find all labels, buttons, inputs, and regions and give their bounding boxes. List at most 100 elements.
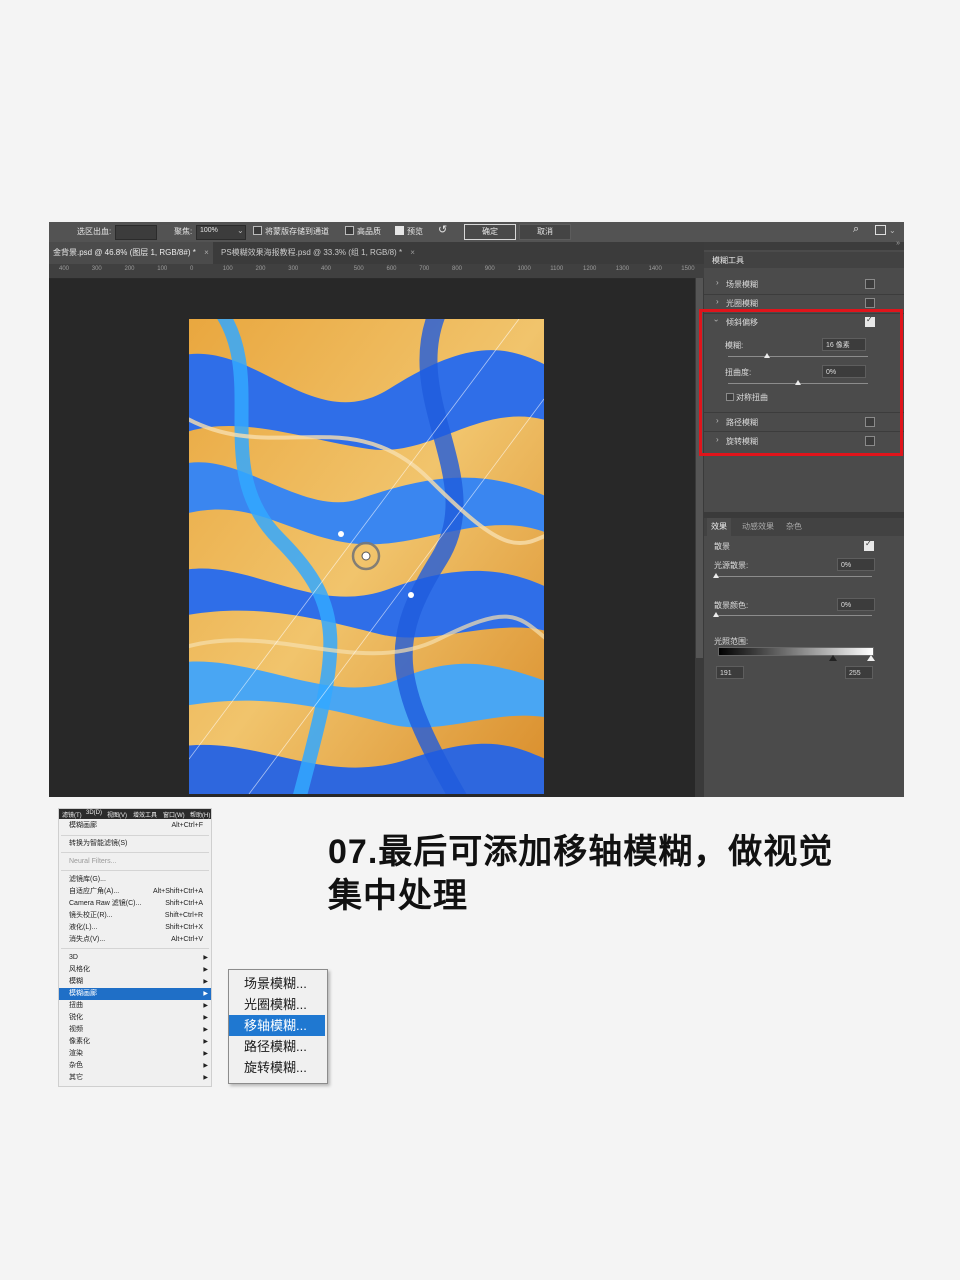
menu-plugins[interactable]: 增效工具 [133,810,157,819]
menu-item-blur-gallery[interactable]: 模糊画廊 ▶ [59,988,211,1000]
ruler-tick-label: 800 [452,266,463,272]
high-quality-checkbox[interactable]: 高品质 [345,226,381,237]
blur-item-field[interactable]: › 场景模糊 [704,275,904,293]
menu-3d[interactable]: 3D(D) [86,810,102,816]
submenu-item-spin-blur[interactable]: 旋转模糊... [229,1057,325,1078]
ruler-tick-label: 1000 [517,266,531,272]
submenu-item-field-blur[interactable]: 场景模糊... [229,973,325,994]
chevron-right-icon: › [716,297,719,306]
caption-line-2: 集中处理 [328,877,468,915]
menu-item-sharpen[interactable]: 锐化 ▶ [59,1012,211,1024]
menu-item-camera-raw[interactable]: Camera Raw 滤镜(C)... Shift+Ctrl+A [59,898,211,910]
panel-collapse-bar[interactable]: » [704,240,904,250]
canvas-artwork[interactable] [189,319,544,794]
collapse-icon[interactable]: » [896,240,900,247]
blur-pin-center[interactable] [361,551,371,561]
menu-help[interactable]: 帮助(H) [190,810,210,819]
ruler-tick-label: 200 [255,266,266,272]
submenu-arrow-icon: ▶ [203,967,208,973]
submenu-item-tilt-shift[interactable]: 移轴模糊... [229,1015,325,1036]
bokeh-color-input[interactable]: 0% [837,598,875,611]
tilt-handle[interactable] [408,592,414,598]
menu-item-adaptive-wide-angle[interactable]: 自适应广角(A)... Alt+Shift+Ctrl+A [59,886,211,898]
menu-item-3d[interactable]: 3D ▶ [59,952,211,964]
tab-noise[interactable]: 杂色 [784,518,804,536]
light-range-high-handle[interactable] [867,655,875,661]
workspace-chevron-icon[interactable]: ⌄ [889,226,896,235]
bokeh-checkbox[interactable] [864,539,874,551]
bokeh-color-slider-handle[interactable] [713,612,719,617]
menu-item-render[interactable]: 渲染 ▶ [59,1048,211,1060]
menu-item-stylize[interactable]: 风格化 ▶ [59,964,211,976]
save-mask-label: 将蒙版存储到通道 [265,227,329,236]
menu-item-video[interactable]: 视频 ▶ [59,1024,211,1036]
menu-item-neural-filters[interactable]: Neural Filters... [59,856,211,868]
light-bokeh-label: 光源散景: [714,561,749,570]
light-bokeh-slider-handle[interactable] [713,573,719,578]
tab-gold-background[interactable]: 金背景.psd @ 46.8% (图层 1, RGB/8#) * × [49,242,213,264]
ok-button[interactable]: 确定 [464,224,516,240]
preview-checkbox[interactable]: 预览 [395,226,423,237]
bokeh-color-slider-track[interactable] [716,615,872,616]
menu-item-noise[interactable]: 杂色 ▶ [59,1060,211,1072]
selection-output-label: 选区出血: [77,227,112,236]
ruler-tick-label: 1300 [615,266,630,272]
tilt-handle[interactable] [338,531,344,537]
field-blur-checkbox[interactable] [865,279,875,289]
document-tabs: 金背景.psd @ 46.8% (图层 1, RGB/8#) * × PS模糊效… [49,242,704,264]
ruler-tick-label: 1200 [583,266,597,272]
close-icon[interactable]: × [204,248,209,257]
menu-window[interactable]: 窗口(W) [163,810,185,819]
menu-item-filter-gallery[interactable]: 滤镜库(G)... [59,874,211,886]
blur-item-label: 光圈模糊 [726,299,758,308]
menu-item-pixelate[interactable]: 像素化 ▶ [59,1036,211,1048]
ruler-tick-label: 0 [190,266,194,272]
tab-motion-effects[interactable]: 动感效果 [740,518,776,536]
tab-effects[interactable]: 效果 [707,518,731,536]
light-range-label: 光照范围: [714,637,749,646]
submenu-arrow-icon: ▶ [203,1063,208,1069]
horizontal-ruler: 400 300 200 100 0 100 200 300 400 500 600 700 800 900… [49,264,704,279]
ruler-tick-label: 500 [353,266,364,272]
save-mask-checkbox[interactable]: 将蒙版存储到通道 [253,226,329,237]
filter-menu: 滤镜(T) 3D(D) 视图(V) 增效工具 窗口(W) 帮助(H) 模糊画廊 A… [58,808,212,1087]
menu-filter[interactable]: 滤镜(T) [62,810,82,819]
light-range-low-input[interactable]: 191 [716,666,744,679]
submenu-item-path-blur[interactable]: 路径模糊... [229,1036,325,1057]
ruler-tick-label: 100 [157,266,168,272]
menu-view[interactable]: 视图(V) [107,810,127,819]
ruler-tick-label: 100 [222,266,233,272]
focus-value: 100% [200,227,218,234]
workspace-icon[interactable] [875,225,886,235]
search-icon[interactable]: ⌕ [853,223,859,236]
ruler-tick-label: 700 [419,266,430,272]
menu-item-lens-correction[interactable]: 镜头校正(R)... Shift+Ctrl+R [59,910,211,922]
menu-item-distort[interactable]: 扭曲 ▶ [59,1000,211,1012]
menu-item-blur-gallery-last[interactable]: 模糊画廊 Alt+Ctrl+F [59,820,211,832]
ruler-tick-label: 1500 [681,266,695,272]
ruler-tick-label: 600 [386,266,397,272]
focus-dropdown-chevron-icon[interactable]: ⌄ [237,226,244,235]
light-range-gradient[interactable] [718,647,874,656]
cancel-button[interactable]: 取消 [519,224,571,240]
high-quality-label: 高品质 [357,227,381,236]
submenu-arrow-icon: ▶ [203,1027,208,1033]
reset-icon[interactable]: ↺ [438,223,447,236]
menu-item-other[interactable]: 其它 ▶ [59,1072,211,1084]
tutorial-caption: 07.最后可添加移轴模糊，做视觉 集中处理 [328,830,928,918]
light-range-high-input[interactable]: 255 [845,666,873,679]
tab-blur-poster-tutorial[interactable]: PS模糊效果海报教程.psd @ 33.3% (组 1, RGB/8) * × [217,242,419,264]
menu-item-vanishing-point[interactable]: 消失点(V)... Alt+Ctrl+V [59,934,211,946]
submenu-item-iris-blur[interactable]: 光圈模糊... [229,994,325,1015]
light-bokeh-input[interactable]: 0% [837,558,875,571]
selection-output-field[interactable] [115,225,157,240]
menu-item-convert-smart-filters[interactable]: 转换为智能滤镜(S) [59,838,211,850]
light-range-low-handle[interactable] [829,655,837,661]
close-icon[interactable]: × [410,248,415,257]
checkbox-icon [345,226,354,235]
light-bokeh-slider-track[interactable] [716,576,872,577]
menu-item-blur[interactable]: 模糊 ▶ [59,976,211,988]
submenu-arrow-icon: ▶ [203,979,208,985]
menu-item-liquify[interactable]: 液化(L)... Shift+Ctrl+X [59,922,211,934]
iris-blur-checkbox[interactable] [865,298,875,308]
